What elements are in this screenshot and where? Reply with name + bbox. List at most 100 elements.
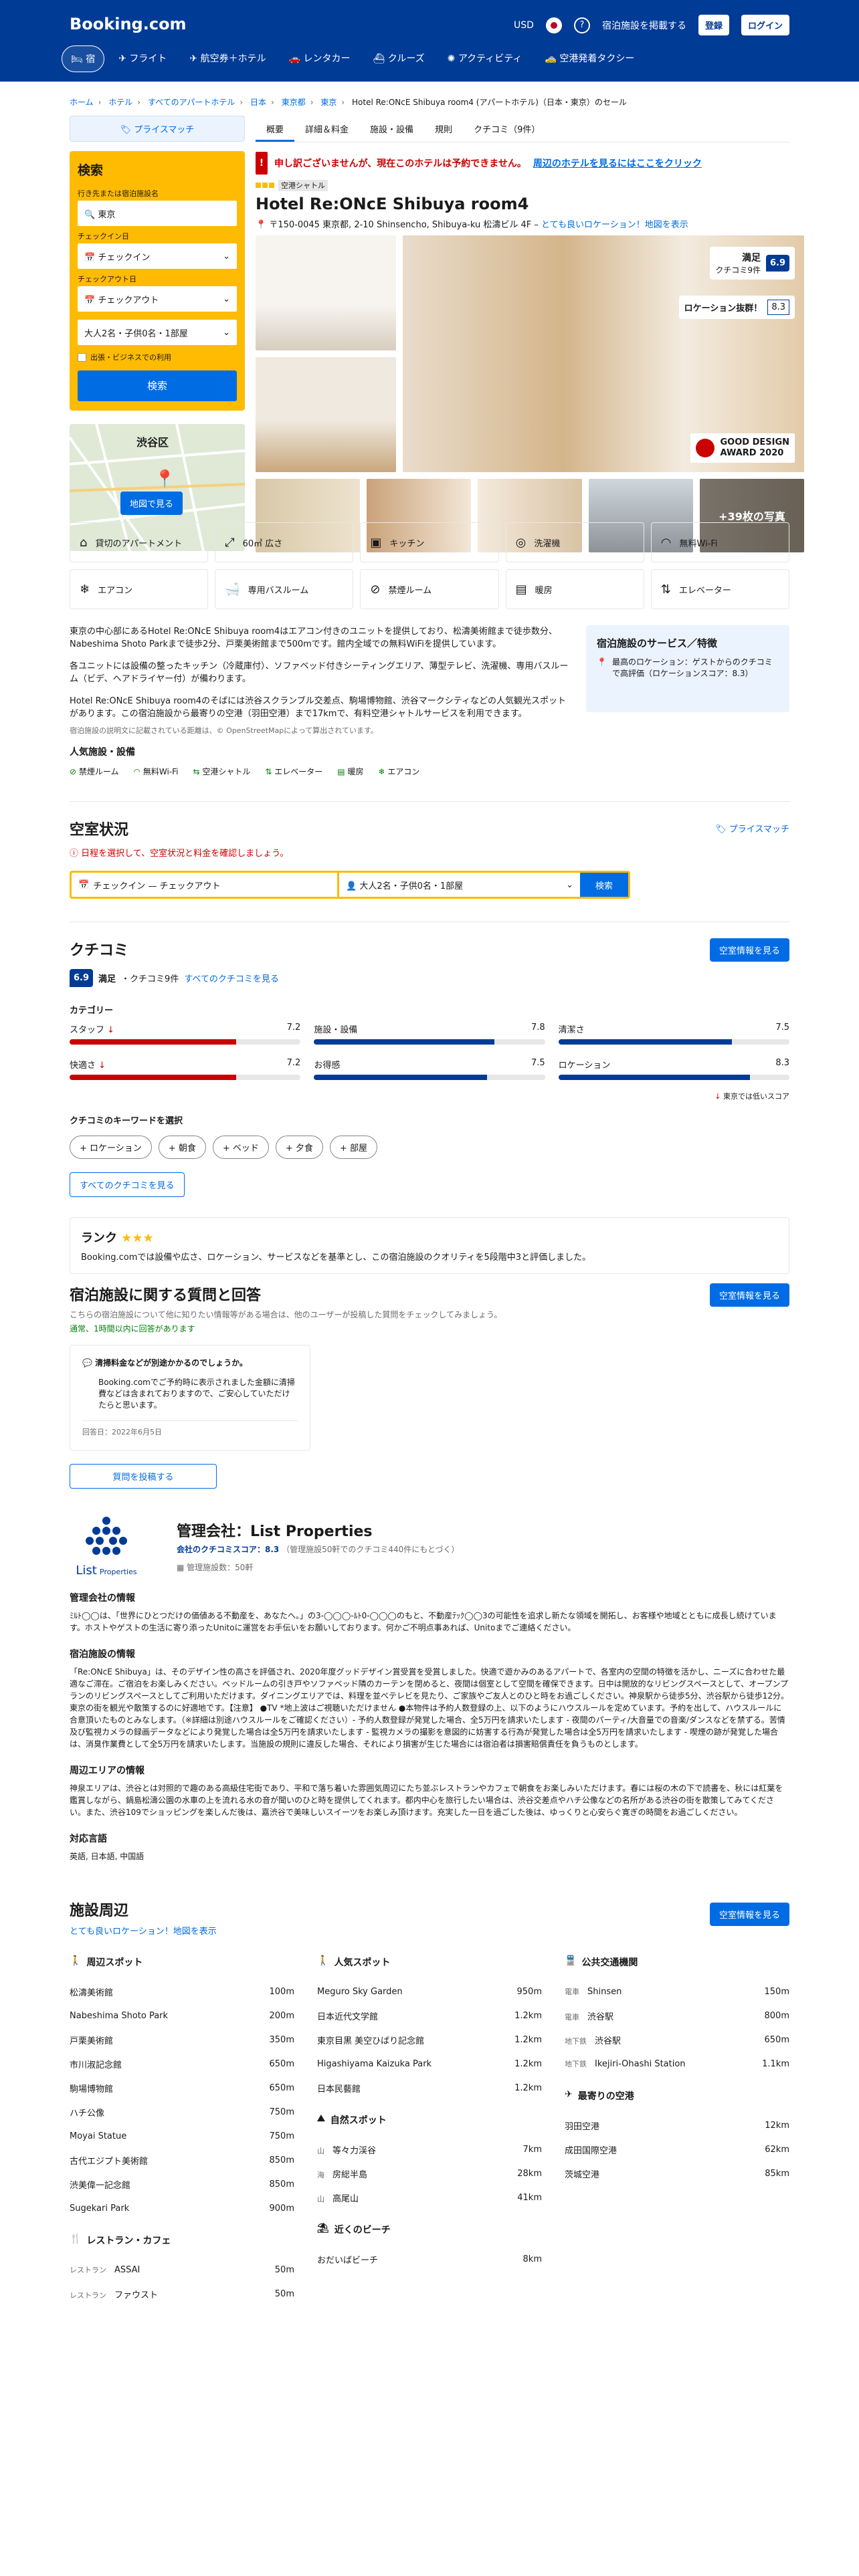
- nav-flights[interactable]: ✈ フライト: [110, 45, 175, 72]
- photo[interactable]: [256, 357, 396, 472]
- checkin-select[interactable]: 📅 チェックイン ⌄: [78, 243, 237, 269]
- guests-selector[interactable]: 👤 大人2名・子供0名・1部屋 ⌄: [339, 873, 580, 897]
- availability-section: 空室状況 🏷 プライスマッチ ⓘ 日程を選択して、空室状況と料金を確認しましょう…: [70, 801, 789, 899]
- description-text: Hotel Re:ONcE Shibuya room4のそばには渋谷スクランブル…: [70, 696, 566, 719]
- date-warning: ⓘ 日程を選択して、空室状況と料金を確認しましょう。: [70, 849, 289, 859]
- checkout-select[interactable]: 📅 チェックアウト ⌄: [78, 286, 237, 312]
- facility-item: 🛁 専用バスルーム: [215, 569, 354, 609]
- surroundings-row: 古代エジプト美術館 850m: [70, 2155, 294, 2167]
- nav-flight-hotel[interactable]: ✈ 航空券＋ホテル: [181, 45, 274, 72]
- nav-car-rental[interactable]: 🚗 レンタカー: [280, 45, 359, 72]
- facility-item: ❄ エアコン: [70, 569, 209, 609]
- breadcrumb-item[interactable]: ホテル: [108, 98, 132, 107]
- show-map-link[interactable]: とても良いロケーション！地図を表示: [541, 220, 688, 230]
- kitchen-icon: ▣: [370, 535, 382, 550]
- manager-info: ﾐﾙﾄ◯◯は、「世界にひとつだけの価値ある不動産を、あなたへ。」の3-◯◯◯-ﾙ…: [70, 1611, 777, 1632]
- tab-reviews[interactable]: クチコミ（9件）: [463, 116, 551, 142]
- breadcrumb-current: Hotel Re:ONcE Shibuya room4 (アパートホテル)（日本…: [352, 98, 627, 107]
- breadcrumb-item[interactable]: ホーム: [70, 98, 94, 107]
- score-bar-fill: [558, 1039, 732, 1045]
- search-title: 検索: [78, 163, 104, 178]
- elevator-icon: ⇅: [660, 582, 671, 597]
- breadcrumb-item[interactable]: 日本: [250, 98, 266, 107]
- see-availability-button[interactable]: 空室情報を見る: [709, 938, 789, 962]
- category-icon: 🚶: [317, 1955, 329, 1966]
- keyword-chip[interactable]: + 夕食: [275, 1136, 323, 1159]
- breadcrumb-item[interactable]: 東京都: [282, 98, 306, 107]
- shuttle-icon: ⇆: [193, 767, 200, 776]
- checkin-label: チェックイン日: [78, 232, 129, 241]
- chevron-down-icon: ⌄: [223, 294, 230, 304]
- review-count: ・クチコミ9件: [121, 974, 179, 984]
- description-section: 東京の中心部にあるHotel Re:ONcE Shibuya room4はエアコ…: [70, 625, 789, 778]
- facility-item: ▤ 暖房: [505, 569, 644, 609]
- keyword-chip[interactable]: + ロケーション: [70, 1136, 152, 1159]
- chevron-down-icon: ⌄: [223, 327, 230, 338]
- price-match-badge[interactable]: 🏷 プライスマッチ: [70, 116, 245, 142]
- nav-stays[interactable]: 🛏 宿: [62, 45, 105, 72]
- qa-section: 宿泊施設に関する質問と回答 空室情報を見る こちらの宿泊施設について他に知りたい…: [70, 1283, 789, 1489]
- photo-gallery: 満足 クチコミ9件 6.9 ロケーション抜群！ 8.3 GOOD DESIGN AWAR…: [256, 235, 804, 552]
- nav-cruises[interactable]: ⛴ クルーズ: [365, 45, 434, 72]
- surroundings-row: 日本近代文学館 1.2km: [317, 2010, 542, 2022]
- booking-logo[interactable]: Booking.com: [70, 15, 187, 33]
- post-question-button[interactable]: 質問を投稿する: [70, 1464, 217, 1489]
- availability-search-button[interactable]: 検索: [580, 873, 628, 897]
- nav-airport-taxi[interactable]: 🚕 空港発着タクシー: [536, 45, 643, 72]
- tab-rules[interactable]: 規則: [424, 116, 463, 142]
- rank-stars-icon: ★★★: [121, 1231, 154, 1245]
- main-photo[interactable]: 満足 クチコミ9件 6.9 ロケーション抜群！ 8.3 GOOD DESIGN AWAR…: [403, 235, 804, 472]
- chevron-down-icon: ⌄: [566, 879, 573, 890]
- review-category: 施設・設備 7.8: [314, 1023, 545, 1045]
- breadcrumb-item[interactable]: すべてのアパートホテル: [148, 98, 235, 107]
- manager-title: 管理会社：List Properties: [177, 1523, 373, 1540]
- login-button[interactable]: ログイン: [741, 15, 789, 35]
- register-button[interactable]: 登録: [698, 15, 729, 35]
- surroundings-row: 山等々力渓谷 7km: [317, 2144, 542, 2156]
- tab-overview[interactable]: 概要: [256, 116, 295, 142]
- help-icon[interactable]: ?: [573, 17, 590, 33]
- date-range-input[interactable]: 📅 チェックイン — チェックアウト: [72, 873, 339, 897]
- facility-item: ⌂ 貸切のアパートメント: [70, 522, 209, 562]
- business-checkbox[interactable]: 出張・ビジネスでの利用: [78, 352, 237, 362]
- price-match-link[interactable]: 🏷 プライスマッチ: [715, 822, 789, 835]
- keyword-chip[interactable]: + 朝食: [158, 1136, 206, 1159]
- show-map-button[interactable]: 地図で見る: [120, 492, 183, 515]
- tab-info-prices[interactable]: 詳細＆料金: [294, 116, 359, 142]
- map-link[interactable]: とても良いロケーション！地図を表示: [70, 1924, 789, 1937]
- breadcrumb: ホーム › ホテル › すべてのアパートホテル › 日本 › 東京都 › 東京 › Hote…: [70, 98, 627, 107]
- rank-box: ランク ★★★ Booking.comでは設備や広さ、ロケーション、サービスなど…: [70, 1217, 789, 1274]
- review-score-badge[interactable]: 満足 クチコミ9件 6.9: [710, 247, 795, 280]
- score-bar-fill: [70, 1039, 236, 1045]
- all-reviews-link[interactable]: すべてのクチコミを見る: [184, 972, 279, 984]
- search-button[interactable]: 検索: [78, 370, 237, 401]
- search-box: 検索 行き先または宿泊施設名 🔍 東京 チェックイン日 📅 チェックイン ⌄ チェ…: [70, 151, 245, 411]
- category-icon: 🍴: [70, 2234, 82, 2244]
- language-flag-icon[interactable]: [545, 17, 562, 33]
- photo[interactable]: [256, 235, 396, 350]
- nav-activities[interactable]: ✺ アクティビティ: [439, 45, 531, 72]
- surroundings-row: 成田国際空港 62km: [565, 2144, 789, 2156]
- all-reviews-button[interactable]: すべてのクチコミを見る: [70, 1172, 185, 1197]
- location-pin-icon: 📍: [597, 657, 607, 667]
- breadcrumb-item[interactable]: 東京: [320, 98, 337, 107]
- surroundings-section: 施設周辺 空室情報を見る とても良いロケーション！地図を表示 🚶 周辺スポット 松濤…: [70, 1885, 789, 2306]
- see-availability-button[interactable]: 空室情報を見る: [709, 1903, 789, 1926]
- score-bar-fill: [314, 1075, 488, 1080]
- destination-input[interactable]: 🔍 東京: [78, 201, 237, 226]
- destination-label: 行き先または宿泊施設名: [78, 189, 159, 198]
- nearby-hotels-link[interactable]: 周辺のホテルを見るにはここをクリック: [533, 156, 702, 170]
- tab-facilities[interactable]: 施設・設備: [359, 116, 424, 142]
- pin-icon: 📍: [256, 220, 267, 230]
- list-property-link[interactable]: 宿泊施設を掲載する: [602, 19, 686, 32]
- reviews-section: クチコミ 空室情報を見る 6.9 満足 ・クチコミ9件 すべてのクチコミを見る …: [70, 922, 789, 1274]
- keyword-chip[interactable]: + 部屋: [329, 1136, 377, 1159]
- see-availability-button[interactable]: 空室情報を見る: [709, 1283, 789, 1307]
- review-category: スタッフ ↓ 7.2: [70, 1023, 301, 1045]
- list-properties-logo: List Properties: [70, 1514, 143, 1578]
- surroundings-row: 電車 渋谷駅 800m: [565, 2010, 789, 2022]
- property-info: 「Re:ONcE Shibuya」は、そのデザイン性の高さを評価され、2020年…: [70, 1667, 789, 1749]
- keyword-chip[interactable]: + ベッド: [212, 1136, 269, 1159]
- currency-selector[interactable]: USD: [514, 20, 534, 31]
- guests-select[interactable]: 大人2名・子供0名・1部屋 ⌄: [78, 320, 237, 345]
